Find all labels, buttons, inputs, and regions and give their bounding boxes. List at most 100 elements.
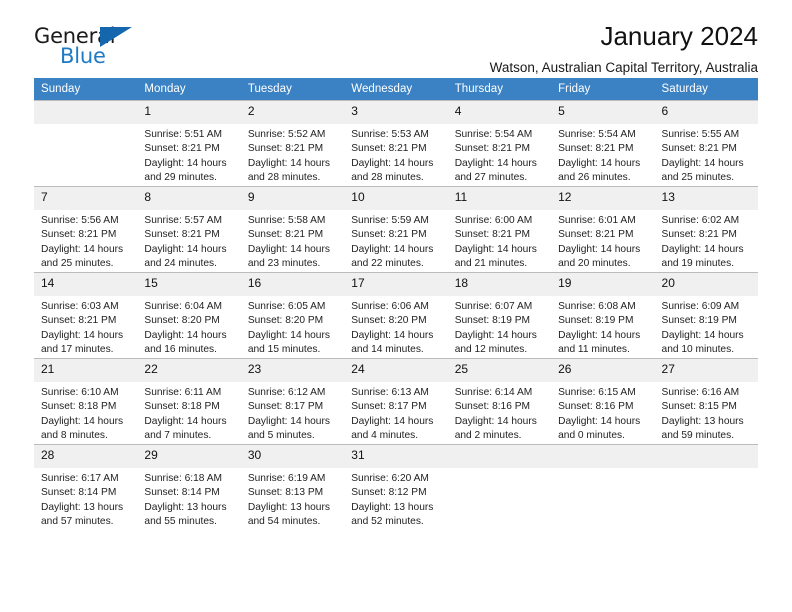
daylight-text-line1: Daylight: 14 hours: [454, 415, 537, 427]
calendar-day-cell[interactable]: 7 Sunrise: 5:56 AM Sunset: 8:21 PM Daylight…: [34, 185, 138, 273]
sunset-text: Sunset: 8:21 PM: [247, 229, 324, 241]
day-number: 26: [551, 358, 655, 382]
day-sun-info: Sunrise: 6:17 AM Sunset: 8:14 PM Daylight:…: [34, 468, 137, 530]
daylight-text-line2: and 28 minutes.: [247, 172, 321, 184]
generalblue-logo[interactable]: General Blue: [34, 22, 154, 70]
sunset-text: Sunset: 8:21 PM: [41, 229, 117, 241]
daylight-text-line2: and 54 minutes.: [247, 516, 321, 528]
calendar-day-cell[interactable]: 1 Sunrise: 5:51 AM Sunset: 8:21 PM Daylight…: [137, 100, 241, 187]
daylight-text-line2: and 25 minutes.: [661, 172, 735, 184]
day-sun-info: Sunrise: 6:08 AM Sunset: 8:19 PM Daylight:…: [551, 296, 654, 358]
sunrise-text: Sunrise: 6:07 AM: [454, 300, 533, 312]
sunset-text: Sunset: 8:21 PM: [41, 315, 117, 327]
day-number: 11: [447, 186, 552, 210]
page-header: General Blue January 2024 Watson, Austra…: [34, 0, 758, 75]
calendar-page: General Blue January 2024 Watson, Austra…: [0, 0, 792, 612]
calendar-week-row: 28 Sunrise: 6:17 AM Sunset: 8:14 PM Dayligh…: [34, 443, 758, 530]
day-number: 6: [654, 101, 758, 124]
sunset-text: Sunset: 8:15 PM: [661, 401, 737, 413]
calendar-day-cell[interactable]: 27 Sunrise: 6:16 AM Sunset: 8:15 PM Dayligh…: [654, 357, 758, 445]
sunset-text: Sunset: 8:21 PM: [351, 143, 427, 155]
calendar-day-cell[interactable]: 3 Sunrise: 5:53 AM Sunset: 8:21 PM Daylight…: [344, 100, 448, 187]
calendar-day-cell[interactable]: 2 Sunrise: 5:52 AM Sunset: 8:21 PM Daylight…: [240, 100, 345, 187]
page-subtitle: Watson, Australian Capital Territory, Au…: [489, 59, 758, 75]
calendar-day-cell[interactable]: 31 Sunrise: 6:20 AM Sunset: 8:12 PM Dayligh…: [344, 443, 448, 530]
calendar-day-cell[interactable]: 28 Sunrise: 6:17 AM Sunset: 8:14 PM Dayligh…: [34, 443, 138, 530]
calendar-day-cell[interactable]: 14 Sunrise: 6:03 AM Sunset: 8:21 PM Dayligh…: [34, 271, 138, 359]
calendar-day-cell[interactable]: 5 Sunrise: 5:54 AM Sunset: 8:21 PM Daylight…: [551, 100, 655, 187]
daylight-text-line1: Daylight: 14 hours: [41, 243, 124, 255]
sunrise-text: Sunrise: 6:16 AM: [661, 386, 740, 398]
sunset-text: Sunset: 8:18 PM: [144, 401, 220, 413]
daylight-text-line2: and 29 minutes.: [144, 172, 217, 184]
sunset-text: Sunset: 8:16 PM: [454, 401, 531, 413]
sunrise-text: Sunrise: 5:59 AM: [351, 214, 429, 226]
calendar-day-cell[interactable]: 12 Sunrise: 6:01 AM Sunset: 8:21 PM Dayligh…: [551, 185, 655, 273]
page-title: January 2024: [600, 21, 758, 51]
calendar-day-cell[interactable]: 25 Sunrise: 6:14 AM Sunset: 8:16 PM Dayligh…: [447, 357, 552, 445]
daylight-text-line1: Daylight: 14 hours: [454, 157, 537, 169]
calendar-day-cell[interactable]: 9 Sunrise: 5:58 AM Sunset: 8:21 PM Daylight…: [240, 185, 345, 273]
daylight-text-line1: Daylight: 14 hours: [661, 329, 744, 341]
day-sun-info: Sunrise: 6:14 AM Sunset: 8:16 PM Daylight:…: [448, 382, 551, 444]
sunset-text: Sunset: 8:12 PM: [351, 487, 427, 499]
calendar-day-cell[interactable]: 13 Sunrise: 6:02 AM Sunset: 8:21 PM Dayligh…: [654, 185, 758, 273]
calendar-day-cell[interactable]: 29 Sunrise: 6:18 AM Sunset: 8:14 PM Dayligh…: [137, 443, 241, 530]
weekday-header-wednesday: Wednesday: [344, 78, 448, 101]
calendar-day-cell[interactable]: 16 Sunrise: 6:05 AM Sunset: 8:20 PM Dayligh…: [240, 271, 345, 359]
daylight-text-line1: Daylight: 14 hours: [41, 329, 124, 341]
daylight-text-line1: Daylight: 14 hours: [454, 329, 537, 341]
daylight-text-line1: Daylight: 14 hours: [144, 157, 227, 169]
daylight-text-line2: and 26 minutes.: [558, 172, 631, 184]
day-sun-info: Sunrise: 6:01 AM Sunset: 8:21 PM Daylight:…: [551, 210, 654, 272]
day-sun-info: Sunrise: 5:56 AM Sunset: 8:21 PM Daylight:…: [34, 210, 137, 272]
day-sun-info: Sunrise: 6:11 AM Sunset: 8:18 PM Daylight:…: [137, 382, 240, 444]
sunset-text: Sunset: 8:14 PM: [41, 487, 117, 499]
calendar-day-cell[interactable]: 20 Sunrise: 6:09 AM Sunset: 8:19 PM Dayligh…: [654, 271, 758, 359]
calendar-day-cell[interactable]: 26 Sunrise: 6:15 AM Sunset: 8:16 PM Dayligh…: [551, 357, 655, 445]
calendar-day-cell[interactable]: 8 Sunrise: 5:57 AM Sunset: 8:21 PM Daylight…: [137, 185, 241, 273]
daylight-text-line2: and 59 minutes.: [661, 430, 735, 442]
calendar-day-cell[interactable]: 30 Sunrise: 6:19 AM Sunset: 8:13 PM Dayligh…: [240, 443, 345, 530]
day-number: [654, 444, 758, 468]
daylight-text-line2: and 16 minutes.: [144, 344, 217, 356]
sunset-text: Sunset: 8:20 PM: [144, 315, 220, 327]
day-sun-info: Sunrise: 5:55 AM Sunset: 8:21 PM Daylight:…: [655, 124, 758, 186]
calendar-grid: Sunday Monday Tuesday Wednesday Thursday…: [34, 78, 758, 530]
calendar-day-cell[interactable]: 18 Sunrise: 6:07 AM Sunset: 8:19 PM Dayligh…: [447, 271, 552, 359]
sunset-text: Sunset: 8:13 PM: [247, 487, 324, 499]
daylight-text-line2: and 25 minutes.: [41, 258, 114, 270]
daylight-text-line1: Daylight: 14 hours: [247, 243, 330, 255]
calendar-day-cell[interactable]: 23 Sunrise: 6:12 AM Sunset: 8:17 PM Dayligh…: [240, 357, 345, 445]
daylight-text-line1: Daylight: 13 hours: [661, 415, 744, 427]
day-sun-info: Sunrise: 5:57 AM Sunset: 8:21 PM Daylight:…: [137, 210, 240, 272]
daylight-text-line1: Daylight: 14 hours: [661, 243, 744, 255]
daylight-text-line2: and 23 minutes.: [247, 258, 321, 270]
sunrise-text: Sunrise: 5:58 AM: [247, 214, 326, 226]
daylight-text-line2: and 28 minutes.: [351, 172, 424, 184]
day-number: 23: [240, 358, 345, 382]
daylight-text-line2: and 12 minutes.: [454, 344, 528, 356]
calendar-day-cell-empty: [654, 443, 758, 530]
calendar-day-cell[interactable]: 15 Sunrise: 6:04 AM Sunset: 8:20 PM Dayligh…: [137, 271, 241, 359]
day-number: [34, 101, 138, 124]
calendar-day-cell[interactable]: 6 Sunrise: 5:55 AM Sunset: 8:21 PM Daylight…: [654, 100, 758, 187]
calendar-day-cell[interactable]: 4 Sunrise: 5:54 AM Sunset: 8:21 PM Daylight…: [447, 100, 552, 187]
day-number: 21: [34, 358, 138, 382]
day-sun-info: Sunrise: 6:12 AM Sunset: 8:17 PM Daylight:…: [241, 382, 344, 444]
daylight-text-line1: Daylight: 14 hours: [351, 329, 434, 341]
calendar-day-cell[interactable]: 22 Sunrise: 6:11 AM Sunset: 8:18 PM Dayligh…: [137, 357, 241, 445]
calendar-day-cell[interactable]: 11 Sunrise: 6:00 AM Sunset: 8:21 PM Dayligh…: [447, 185, 552, 273]
daylight-text-line2: and 14 minutes.: [351, 344, 424, 356]
daylight-text-line2: and 27 minutes.: [454, 172, 528, 184]
sunrise-text: Sunrise: 6:10 AM: [41, 386, 119, 398]
calendar-day-cell[interactable]: 21 Sunrise: 6:10 AM Sunset: 8:18 PM Dayligh…: [34, 357, 138, 445]
daylight-text-line2: and 8 minutes.: [41, 430, 108, 442]
calendar-day-cell[interactable]: 24 Sunrise: 6:13 AM Sunset: 8:17 PM Dayligh…: [344, 357, 448, 445]
sunset-text: Sunset: 8:17 PM: [247, 401, 324, 413]
calendar-day-cell[interactable]: 10 Sunrise: 5:59 AM Sunset: 8:21 PM Dayligh…: [344, 185, 448, 273]
day-number: [447, 444, 552, 468]
calendar-day-cell[interactable]: 17 Sunrise: 6:06 AM Sunset: 8:20 PM Dayligh…: [344, 271, 448, 359]
sunrise-text: Sunrise: 5:54 AM: [558, 129, 636, 140]
calendar-day-cell[interactable]: 19 Sunrise: 6:08 AM Sunset: 8:19 PM Dayligh…: [551, 271, 655, 359]
